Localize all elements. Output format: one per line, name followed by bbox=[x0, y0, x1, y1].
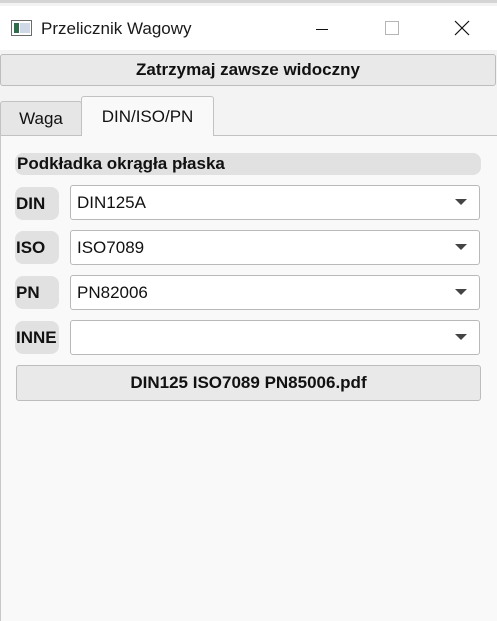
pn-label: PN bbox=[15, 276, 59, 309]
inne-label: INNE bbox=[15, 321, 59, 354]
din-select-value: DIN125A bbox=[77, 193, 146, 212]
app-window: Przelicznik Wagowy Zatrzymaj zawsze wido… bbox=[0, 0, 497, 621]
iso-label: ISO bbox=[15, 231, 59, 264]
stay-on-top-button[interactable]: Zatrzymaj zawsze widoczny bbox=[0, 54, 496, 86]
inne-select[interactable] bbox=[70, 320, 480, 355]
iso-select[interactable]: ISO7089 bbox=[70, 230, 480, 265]
minimize-icon bbox=[316, 29, 328, 30]
close-button[interactable] bbox=[439, 6, 485, 50]
din-select[interactable]: DIN125A bbox=[70, 185, 480, 220]
app-window-icon bbox=[11, 20, 32, 36]
chevron-down-icon bbox=[455, 199, 467, 205]
tab-waga[interactable]: Waga bbox=[0, 101, 82, 135]
window-title: Przelicznik Wagowy bbox=[41, 19, 192, 38]
chevron-down-icon bbox=[455, 244, 467, 250]
iso-select-value: ISO7089 bbox=[77, 238, 145, 257]
chevron-down-icon bbox=[455, 289, 467, 295]
open-pdf-button[interactable]: DIN125 ISO7089 PN85006.pdf bbox=[16, 365, 481, 401]
minimize-button[interactable] bbox=[298, 6, 344, 50]
maximize-icon bbox=[385, 21, 399, 35]
close-icon bbox=[454, 20, 470, 36]
title-bar: Przelicznik Wagowy bbox=[0, 6, 497, 50]
pn-select[interactable]: PN82006 bbox=[70, 275, 480, 310]
chevron-down-icon bbox=[455, 334, 467, 340]
maximize-button[interactable] bbox=[369, 6, 415, 50]
din-label: DIN bbox=[15, 187, 59, 220]
section-title: Podkładka okrągła płaska bbox=[15, 153, 481, 175]
tab-din-iso-pn[interactable]: DIN/ISO/PN bbox=[81, 96, 214, 136]
pn-select-value: PN82006 bbox=[77, 283, 148, 302]
